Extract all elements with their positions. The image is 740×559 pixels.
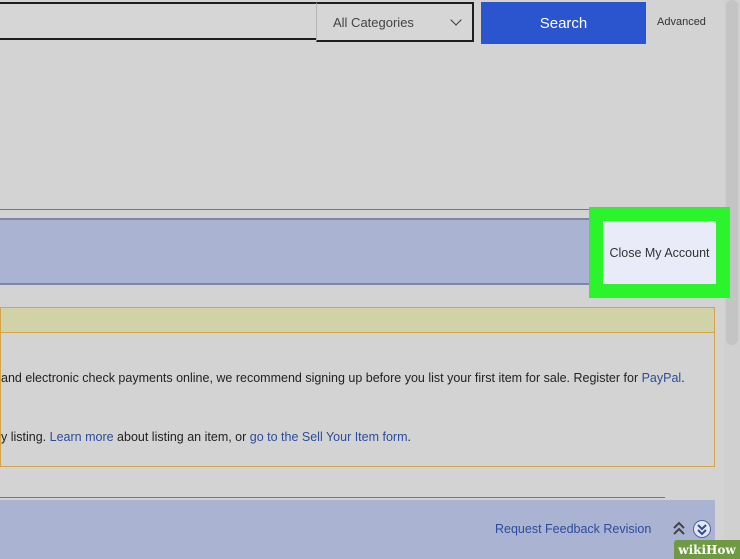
chevron-down-icon [450,14,462,26]
search-button[interactable]: Search [481,2,646,44]
chevron-double-up-icon[interactable] [672,520,686,536]
notice-header [0,307,715,333]
advanced-search-link[interactable]: Advanced [657,16,706,28]
close-account-button[interactable]: Close My Account [603,221,716,284]
section-divider [0,209,590,210]
search-input[interactable] [0,2,316,40]
paypal-link[interactable]: PayPal [642,371,682,385]
learn-more-link[interactable]: Learn more [50,430,114,444]
category-selected-label: All Categories [333,14,414,30]
sell-item-form-link[interactable]: go to the Sell Your Item form [250,430,408,444]
chevron-double-down-icon[interactable] [693,520,711,538]
wikihow-watermark: wikiHow [674,540,740,559]
footer-divider [0,497,665,498]
notice-box: and electronic check payments online, we… [0,333,715,467]
notice-line-paypal: and electronic check payments online, we… [1,371,685,385]
notice-line-listing: y listing. Learn more about listing an i… [1,430,411,444]
request-feedback-revision-link[interactable]: Request Feedback Revision [495,522,651,536]
category-select[interactable]: All Categories [316,2,474,42]
